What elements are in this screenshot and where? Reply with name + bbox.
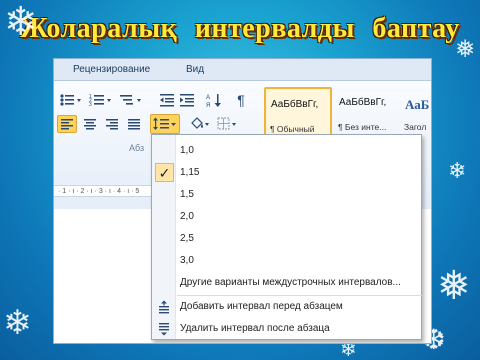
line-spacing-button[interactable] <box>150 114 180 134</box>
style-sample: АаБбВвГг, <box>339 97 387 108</box>
align-center-button[interactable] <box>80 115 100 133</box>
numbered-list-icon: 1 2 3 <box>89 94 111 107</box>
decrease-indent-button[interactable] <box>158 91 176 109</box>
paint-bucket-icon <box>191 117 209 129</box>
menu-item-more-options[interactable]: Другие варианты междустрочных интервалов… <box>152 272 422 294</box>
style-no-spacing[interactable]: АаБбВвГг, ¶ Без инте... <box>334 87 398 139</box>
snowflake-icon: ❅ <box>455 36 476 63</box>
numbering-button[interactable]: 1 2 3 <box>88 91 114 109</box>
svg-text:А: А <box>206 95 210 101</box>
snowflake-icon: ❄ <box>4 0 38 44</box>
increase-indent-button[interactable] <box>178 91 196 109</box>
menu-item-label: Добавить интервал перед абзацем <box>180 301 343 312</box>
menu-item-label: 2,5 <box>180 233 194 244</box>
menu-item-label: 1,0 <box>180 145 194 156</box>
snowflake-icon: ❄ <box>3 304 32 342</box>
menu-item-label: 1,5 <box>180 189 194 200</box>
svg-text:Я: Я <box>206 103 210 108</box>
style-sample: АаБ <box>405 97 430 112</box>
menu-item-1-0[interactable]: 1,0 <box>152 140 422 162</box>
ruler: · 1 · ı · 2 · ı · 3 · ı · 4 · ı · 5 <box>54 185 152 197</box>
menu-item-3-0[interactable]: 3,0 <box>152 250 422 272</box>
ribbon-tabs: Рецензирование Вид <box>54 59 431 81</box>
tab-view[interactable]: Вид <box>186 64 204 75</box>
decrease-indent-icon <box>160 94 174 107</box>
multilevel-list-icon <box>120 95 141 105</box>
styles-gallery: АаБбВвГг, ¶ Обычный АаБбВвГг, ¶ Без инте… <box>264 87 431 139</box>
style-name: ¶ Без инте... <box>338 122 387 132</box>
add-space-before-icon <box>159 300 169 314</box>
align-right-icon <box>106 119 118 130</box>
snowflake-icon: ❄ <box>448 158 467 183</box>
style-name: Загол <box>404 122 427 132</box>
sort-button[interactable]: А Я <box>204 91 224 109</box>
menu-item-1-15[interactable]: ✓ 1,15 <box>152 162 422 184</box>
sort-icon: А Я <box>206 94 221 108</box>
align-left-icon <box>61 119 73 130</box>
tab-review[interactable]: Рецензирование <box>73 64 150 75</box>
menu-item-label: Другие варианты междустрочных интервалов… <box>180 277 401 288</box>
checkmark-icon: ✓ <box>155 163 174 182</box>
paragraph-group-label: Абз <box>129 143 145 153</box>
snowflake-icon: ❅ <box>437 264 471 308</box>
menu-item-label: Удалить интервал после абзаца <box>180 323 330 334</box>
style-sample: АаБбВвГг, <box>271 99 319 110</box>
svg-text:3: 3 <box>89 102 92 107</box>
menu-item-remove-space-after[interactable]: Удалить интервал после абзаца <box>152 318 422 340</box>
shading-button[interactable] <box>188 115 212 133</box>
borders-icon <box>217 117 236 130</box>
menu-item-1-5[interactable]: 1,5 <box>152 184 422 206</box>
menu-item-2-5[interactable]: 2,5 <box>152 228 422 250</box>
line-spacing-icon <box>153 117 176 130</box>
align-right-button[interactable] <box>102 115 122 133</box>
show-formatting-button[interactable]: ¶ <box>232 91 250 109</box>
remove-space-after-icon <box>159 323 169 336</box>
borders-button[interactable] <box>216 115 240 133</box>
align-center-icon <box>84 119 96 130</box>
increase-indent-icon <box>180 94 194 107</box>
menu-item-label: 3,0 <box>180 255 194 266</box>
line-spacing-menu: 1,0 ✓ 1,15 1,5 2,0 2,5 3,0 Другие вариан… <box>151 134 422 340</box>
justify-icon <box>128 119 140 130</box>
align-left-button[interactable] <box>57 115 77 133</box>
menu-item-add-space-before[interactable]: Добавить интервал перед абзацем <box>152 296 422 318</box>
style-heading[interactable]: АаБ Загол <box>400 87 431 139</box>
menu-item-2-0[interactable]: 2,0 <box>152 206 422 228</box>
bullet-list-icon <box>60 94 81 106</box>
multilevel-list-button[interactable] <box>118 91 144 109</box>
menu-item-label: 2,0 <box>180 211 194 222</box>
style-normal[interactable]: АаБбВвГг, ¶ Обычный <box>264 87 332 139</box>
word-window: Рецензирование Вид 1 2 3 А Я ¶ Абз АаБбВ… <box>53 58 432 344</box>
bullets-button[interactable] <box>58 91 84 109</box>
style-name: ¶ Обычный <box>270 124 315 134</box>
justify-button[interactable] <box>124 115 144 133</box>
menu-item-label: 1,15 <box>180 167 200 178</box>
slide-title: Жоларалық интервалды баптау <box>20 13 460 44</box>
